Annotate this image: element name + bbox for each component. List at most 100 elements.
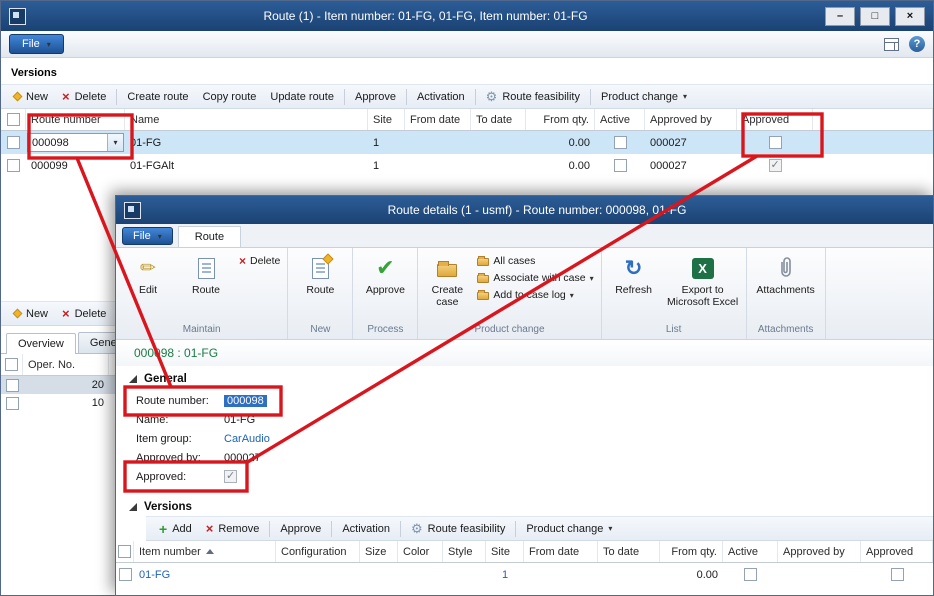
col-to-date[interactable]: To date xyxy=(598,541,660,562)
delete-button[interactable]: × Delete xyxy=(55,305,113,322)
route-feasibility-button[interactable]: ⚙ Route feasibility xyxy=(479,88,587,105)
col-from-date[interactable]: From date xyxy=(524,541,598,562)
route-number-combobox[interactable]: 000098 ▾ xyxy=(27,133,124,152)
col-item-number[interactable]: Item number xyxy=(134,541,276,562)
row-checkbox[interactable] xyxy=(7,159,20,172)
table-row[interactable]: 01-FG 1 0.00 xyxy=(116,563,933,586)
tab-route[interactable]: Route xyxy=(178,226,241,247)
table-row[interactable]: 000098 ▾ 01-FG 1 0.00 000027 xyxy=(1,131,933,154)
select-all-checkbox[interactable] xyxy=(5,358,18,371)
row-checkbox[interactable] xyxy=(119,568,132,581)
new-button[interactable]: New xyxy=(7,306,55,322)
add-button[interactable]: + Add xyxy=(152,520,199,538)
table-row[interactable]: 000099 01-FGAlt 1 0.00 000027 xyxy=(1,154,933,177)
approved-checkbox[interactable] xyxy=(769,136,782,149)
associate-with-case-button[interactable]: Associate with case ▾ xyxy=(473,271,597,285)
approve-button[interactable]: ✔ Approve xyxy=(356,250,414,296)
approve-check-icon: ✔ xyxy=(376,257,394,279)
group-label-list: List xyxy=(605,322,743,339)
name-field[interactable]: 01-FG xyxy=(224,414,255,426)
create-route-button[interactable]: Create route xyxy=(120,89,195,105)
edit-button[interactable]: ✏ Edit xyxy=(119,250,177,296)
general-section-header[interactable]: General xyxy=(116,366,933,388)
activation-button[interactable]: Activation xyxy=(410,89,472,105)
col-configuration[interactable]: Configuration xyxy=(276,541,360,562)
select-all-checkbox[interactable] xyxy=(7,113,20,126)
col-active[interactable]: Active xyxy=(595,109,645,130)
col-approved[interactable]: Approved xyxy=(737,109,813,130)
close-button[interactable]: × xyxy=(895,7,925,26)
row-checkbox[interactable] xyxy=(6,397,19,410)
versions-section-header[interactable]: Versions xyxy=(116,494,933,516)
activation-button[interactable]: Activation xyxy=(335,521,397,537)
col-site[interactable]: Site xyxy=(368,109,405,130)
col-size[interactable]: Size xyxy=(360,541,398,562)
col-approved-by[interactable]: Approved by xyxy=(645,109,737,130)
delete-x-icon: × xyxy=(62,90,70,103)
details-titlebar[interactable]: Route details (1 - usmf) - Route number:… xyxy=(116,196,933,224)
col-oper-no[interactable]: Oper. No. xyxy=(23,354,109,375)
active-checkbox[interactable] xyxy=(614,136,627,149)
active-checkbox[interactable] xyxy=(614,159,627,172)
main-titlebar[interactable]: Route (1) - Item number: 01-FG, 01-FG, I… xyxy=(1,1,933,31)
col-to-date[interactable]: To date xyxy=(471,109,526,130)
row-checkbox[interactable] xyxy=(6,379,19,392)
window-layout-icon[interactable] xyxy=(884,38,899,51)
item-group-link[interactable]: CarAudio xyxy=(224,433,270,445)
col-from-qty[interactable]: From qty. xyxy=(526,109,595,130)
route-number-field[interactable]: 000098 xyxy=(224,395,267,407)
route-feasibility-button[interactable]: ⚙ Route feasibility xyxy=(404,520,512,537)
tab-overview[interactable]: Overview xyxy=(6,333,76,354)
approve-button[interactable]: Approve xyxy=(273,521,328,537)
approved-by-field[interactable]: 000027 xyxy=(224,452,261,464)
copy-route-button[interactable]: Copy route xyxy=(196,89,264,105)
cell-item-number[interactable]: 01-FG xyxy=(134,569,276,581)
col-approved[interactable]: Approved xyxy=(861,541,933,562)
approved-checkbox[interactable] xyxy=(769,159,782,172)
product-change-button[interactable]: Product change ▾ xyxy=(519,521,619,537)
attachments-button[interactable]: Attachments xyxy=(750,250,822,296)
cell-site[interactable]: 1 xyxy=(486,569,524,581)
delete-button[interactable]: × Delete xyxy=(235,254,284,268)
maximize-button[interactable]: □ xyxy=(860,7,890,26)
col-name[interactable]: Name xyxy=(125,109,368,130)
file-menu-button[interactable]: File ▾ xyxy=(122,227,173,245)
app-icon xyxy=(124,202,141,219)
cell-approved-by: 000027 xyxy=(645,137,737,149)
approved-checkbox[interactable] xyxy=(224,470,237,483)
all-cases-button[interactable]: All cases xyxy=(473,254,597,268)
cell-oper-no: 10 xyxy=(23,397,109,409)
minimize-button[interactable]: – xyxy=(825,7,855,26)
toolbar-separator xyxy=(269,521,270,537)
add-to-case-log-button[interactable]: Add to case log ▾ xyxy=(473,288,597,302)
app-icon xyxy=(9,8,26,25)
combo-dropdown-button[interactable]: ▾ xyxy=(107,134,123,151)
col-from-date[interactable]: From date xyxy=(405,109,471,130)
file-menu-button[interactable]: File ▾ xyxy=(9,34,64,54)
col-style[interactable]: Style xyxy=(443,541,486,562)
create-case-button[interactable]: Create case xyxy=(421,250,473,308)
approve-button[interactable]: Approve xyxy=(348,89,403,105)
route-new-button[interactable]: Route xyxy=(291,250,349,296)
update-route-button[interactable]: Update route xyxy=(263,89,341,105)
route-maintain-button[interactable]: Route xyxy=(177,250,235,296)
col-color[interactable]: Color xyxy=(398,541,443,562)
col-route-number[interactable]: Route number xyxy=(26,109,125,130)
approved-checkbox[interactable] xyxy=(891,568,904,581)
select-all-checkbox[interactable] xyxy=(118,545,131,558)
col-active[interactable]: Active xyxy=(723,541,778,562)
delete-button[interactable]: × Delete xyxy=(55,88,113,105)
col-from-qty[interactable]: From qty. xyxy=(660,541,723,562)
row-checkbox[interactable] xyxy=(7,136,20,149)
cell-oper-no: 20 xyxy=(23,379,109,391)
ribbon-group-maintain: ✏ Edit Route × Delete Maintain xyxy=(116,248,288,339)
help-icon[interactable]: ? xyxy=(909,36,925,52)
active-checkbox[interactable] xyxy=(744,568,757,581)
product-change-button[interactable]: Product change ▾ xyxy=(594,89,694,105)
remove-button[interactable]: × Remove xyxy=(199,520,267,537)
col-approved-by[interactable]: Approved by xyxy=(778,541,861,562)
new-button[interactable]: New xyxy=(7,89,55,105)
refresh-button[interactable]: ↻ Refresh xyxy=(605,250,663,296)
export-to-excel-button[interactable]: X Export toMicrosoft Excel xyxy=(663,250,743,308)
col-site[interactable]: Site xyxy=(486,541,524,562)
